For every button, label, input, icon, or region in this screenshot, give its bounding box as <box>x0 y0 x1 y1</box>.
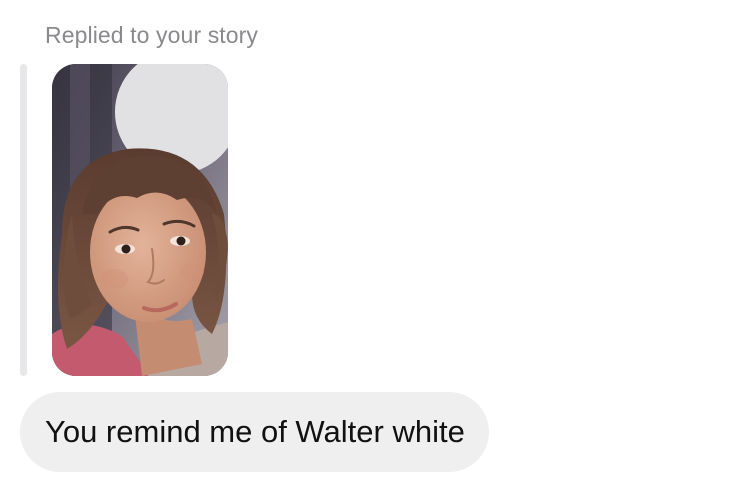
replied-to-story-label: Replied to your story <box>45 22 259 48</box>
selfie-photo-icon <box>52 64 228 376</box>
story-thumbnail[interactable] <box>52 64 228 376</box>
dm-conversation: Replied to your story You remind me of W… <box>0 0 736 488</box>
message-bubble[interactable]: You remind me of Walter white <box>20 392 489 472</box>
message-text: You remind me of Walter white <box>45 414 465 449</box>
reply-quote-bar <box>20 64 27 376</box>
